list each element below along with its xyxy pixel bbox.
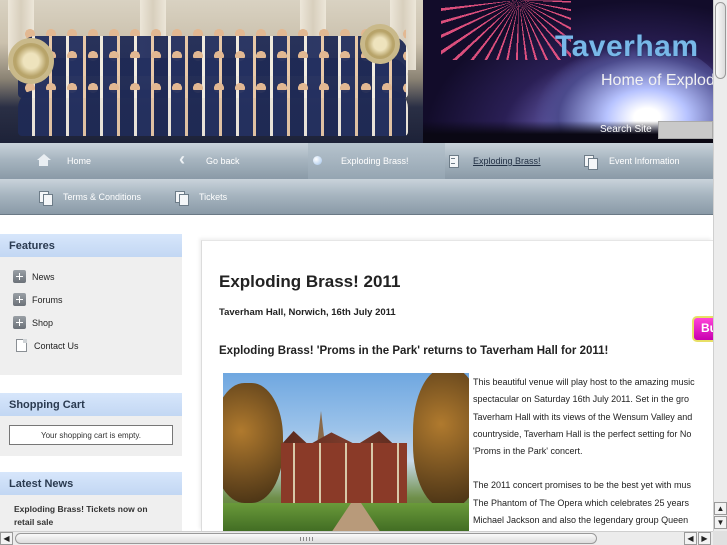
event-venue-date: Taverham Hall, Norwich, 16th July 2011 [219, 307, 396, 318]
shopping-cart-box: Shopping Cart Your shopping cart is empt… [0, 393, 182, 456]
horizontal-scrollbar[interactable]: ◀ ◀ ▶ [0, 531, 713, 545]
main-content: Exploding Brass! 2011 Taverham Hall, Nor… [201, 240, 713, 531]
shopping-cart-title: Shopping Cart [0, 393, 182, 416]
features-title: Features [0, 234, 182, 257]
news-item-link[interactable]: Exploding Brass! Tickets now on retail s… [14, 503, 168, 529]
feature-item-label: News [32, 271, 55, 282]
documents-icon [584, 155, 598, 170]
expand-plus-icon[interactable] [13, 316, 26, 329]
expand-plus-icon[interactable] [13, 270, 26, 283]
article-body: This beautiful venue will play host to t… [473, 374, 713, 531]
scroll-down-icon[interactable]: ▼ [714, 516, 727, 529]
nav-tickets-label: Tickets [199, 192, 228, 202]
cart-status-message: Your shopping cart is empty. [9, 425, 173, 445]
documents-icon [175, 191, 189, 206]
feature-item-label: Forums [32, 294, 63, 305]
feature-item-news[interactable]: News [0, 265, 182, 288]
article-paragraph: This beautiful venue will play host to t… [473, 377, 695, 457]
feature-item-label: Contact Us [34, 340, 79, 351]
feature-item-label: Shop [32, 317, 54, 328]
latest-news-title: Latest News [0, 472, 182, 495]
secondary-nav: Terms & Conditions Tickets [0, 179, 713, 215]
article-heading: Exploding Brass! 'Proms in the Park' ret… [219, 345, 609, 357]
feature-item-shop[interactable]: Shop [0, 311, 182, 334]
site-subtitle: Home of Explod [601, 72, 715, 89]
documents-icon [39, 191, 53, 206]
nav-terms-label: Terms & Conditions [63, 192, 142, 202]
home-icon [37, 154, 51, 167]
feature-item-contact-us[interactable]: Contact Us [0, 334, 182, 357]
scroll-right-icon[interactable]: ▶ [698, 532, 711, 545]
search-input[interactable] [658, 121, 713, 139]
expand-plus-icon[interactable] [13, 293, 26, 306]
page-icon [16, 339, 27, 352]
page-title: Exploding Brass! 2011 [219, 272, 401, 291]
nav-event-information-label: Event Information [609, 156, 680, 166]
site-title: Taverham [555, 30, 699, 63]
nav-terms-conditions[interactable]: Terms & Conditions [39, 179, 141, 215]
feature-item-forums[interactable]: Forums [0, 288, 182, 311]
nav-exploding-brass[interactable]: Exploding Brass! [308, 143, 445, 179]
features-box: Features News Forums Shop Contact Us [0, 234, 182, 375]
nav-exploding-brass-page-label: Exploding Brass! [473, 156, 541, 166]
scroll-up-icon[interactable]: ▲ [714, 502, 727, 515]
bullet-icon [312, 155, 324, 167]
taverham-hall-photo [223, 373, 469, 531]
scroll-left-icon[interactable]: ◀ [0, 532, 13, 545]
vertical-scrollbar[interactable]: ▲ ▼ [713, 0, 727, 531]
back-arrow-icon [177, 149, 189, 170]
nav-exploding-brass-page[interactable]: Exploding Brass! [448, 143, 541, 179]
grip-icon [300, 537, 314, 541]
latest-news-box: Latest News Exploding Brass! Tickets now… [0, 472, 182, 531]
nav-home[interactable]: Home [37, 143, 92, 179]
search-label: Search Site [600, 124, 652, 135]
main-nav: Home Go back Exploding Brass! Exploding … [0, 143, 713, 179]
horizontal-scroll-thumb[interactable] [15, 533, 597, 544]
scrollbar-corner [713, 531, 727, 545]
vertical-scroll-thumb[interactable] [715, 2, 726, 79]
article-paragraph: The 2011 concert promises to be the best… [473, 480, 691, 526]
scroll-left-icon[interactable]: ◀ [684, 532, 697, 545]
nav-event-information[interactable]: Event Information [584, 143, 680, 179]
nav-exploding-brass-label: Exploding Brass! [341, 156, 409, 166]
nav-tickets[interactable]: Tickets [175, 179, 227, 215]
nav-go-back[interactable]: Go back [177, 143, 240, 179]
document-icon [448, 155, 460, 168]
band-photo [0, 0, 423, 143]
nav-home-label: Home [67, 156, 92, 166]
sidebar: Features News Forums Shop Contact Us Sho… [0, 216, 182, 531]
nav-go-back-label: Go back [206, 156, 240, 166]
buy-tickets-button[interactable]: Bu [692, 316, 713, 342]
